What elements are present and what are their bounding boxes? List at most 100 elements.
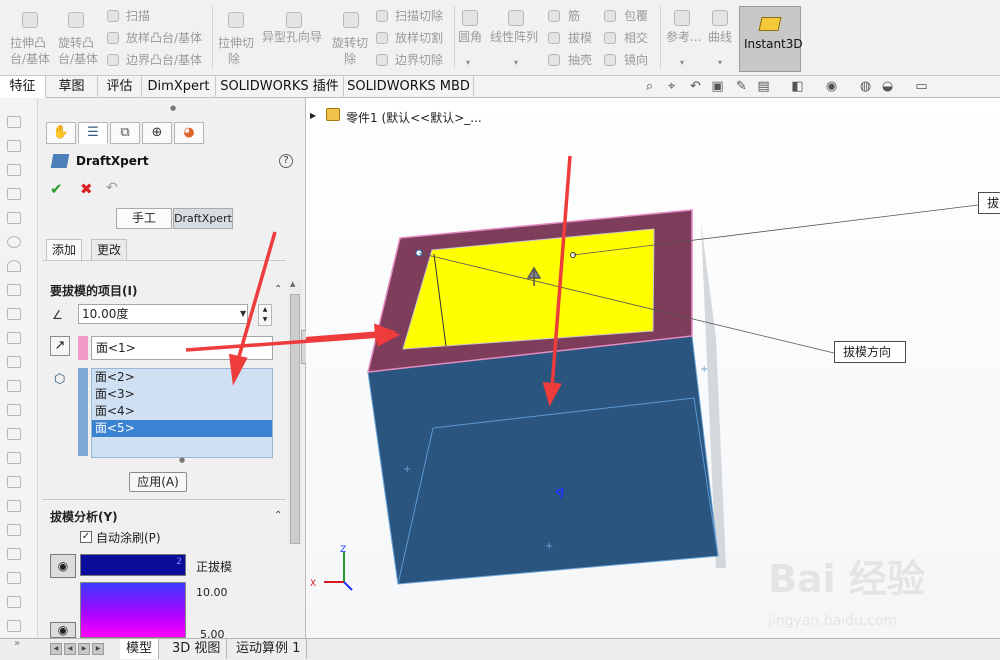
collapse-chevron-icon[interactable]: ⌃ bbox=[274, 284, 282, 295]
loft-boss-button[interactable]: 放样凸台/基体 bbox=[126, 29, 202, 47]
section-items-title[interactable]: 要拔模的项目(I) bbox=[50, 282, 137, 299]
first-tab-icon[interactable]: ◀ bbox=[50, 643, 62, 655]
draftxpert-mode-button[interactable]: DraftXpert bbox=[173, 208, 233, 229]
tab-dimxpert-manager[interactable]: ⊕ bbox=[142, 122, 172, 144]
arc-icon[interactable] bbox=[7, 260, 21, 272]
tab-addins[interactable]: SOLIDWORKS 插件 bbox=[216, 76, 344, 98]
mirror-button[interactable]: 镜向 bbox=[624, 51, 648, 69]
reference-geometry-button[interactable]: 参考... bbox=[666, 28, 701, 46]
boundary-boss-button[interactable]: 边界凸台/基体 bbox=[126, 51, 202, 69]
zoom-area-icon[interactable]: ⌖ bbox=[664, 80, 679, 94]
fillet-sketch-icon[interactable] bbox=[7, 356, 21, 368]
positive-draft-color-bar[interactable]: 2 bbox=[80, 554, 186, 576]
angle-dropdown-icon[interactable]: ▼ bbox=[240, 304, 252, 324]
tab-3d-view[interactable]: 3D 视图 bbox=[166, 639, 228, 659]
apply-button[interactable]: 应用(A) bbox=[129, 472, 187, 492]
ok-button[interactable]: ✔ bbox=[50, 180, 63, 198]
expand-toolbar-chevron-icon[interactable]: » bbox=[14, 638, 20, 649]
list-item[interactable]: 面<3> bbox=[92, 386, 272, 403]
wrap-button[interactable]: 包覆 bbox=[624, 7, 648, 25]
ellipse-icon[interactable] bbox=[7, 332, 21, 344]
linear-pattern-dropdown[interactable]: ▾ bbox=[514, 58, 518, 67]
tab-model[interactable]: 模型 bbox=[120, 639, 160, 659]
display-style-icon[interactable]: ◧ bbox=[790, 80, 805, 94]
extrude-boss-label-2[interactable]: 台/基体 bbox=[10, 50, 50, 68]
graphics-area[interactable]: ▶ 零件1 (默认<<默认>_... Bai 经验 jingyan.baidu.… bbox=[306, 98, 1000, 638]
smart-dimension-icon[interactable] bbox=[7, 116, 21, 128]
apply-scene-icon[interactable]: ◒ bbox=[880, 80, 895, 94]
tab-add[interactable]: 添加 bbox=[46, 239, 83, 260]
faces-to-draft-list[interactable]: 面<2> 面<3> 面<4> 面<5> bbox=[91, 368, 273, 458]
tab-property-manager[interactable]: ☰ bbox=[78, 122, 108, 144]
fillet-button[interactable]: 圆角 bbox=[458, 28, 482, 46]
sweep-cut-button[interactable]: 扫描切除 bbox=[395, 7, 443, 25]
tab-feature-manager[interactable]: ✋ bbox=[46, 122, 76, 144]
tab-mbd[interactable]: SOLIDWORKS MBD bbox=[344, 76, 474, 98]
polygon-icon[interactable] bbox=[7, 284, 21, 296]
scrollbar-thumb[interactable] bbox=[290, 294, 300, 544]
neutral-plane-field[interactable]: 面<1> bbox=[91, 336, 273, 360]
autopaint-checkbox[interactable]: ✓ bbox=[80, 531, 92, 543]
face-front[interactable] bbox=[367, 335, 719, 585]
manual-mode-button[interactable]: 手工 bbox=[116, 208, 172, 229]
loft-cut-button[interactable]: 放样切割 bbox=[395, 29, 443, 47]
zoom-fit-icon[interactable]: ⌕ bbox=[642, 80, 657, 94]
line-icon[interactable] bbox=[7, 140, 21, 152]
draft-direction-callout[interactable]: 拔模方向 bbox=[834, 341, 906, 363]
intersect-button[interactable]: 相交 bbox=[624, 29, 648, 47]
linear-pattern-button[interactable]: 线性阵列 bbox=[490, 28, 538, 46]
tab-configuration-manager[interactable]: ⧉ bbox=[110, 122, 140, 144]
spline-icon[interactable] bbox=[7, 308, 21, 320]
list-resize-grip[interactable]: ● bbox=[179, 456, 185, 464]
tab-features[interactable]: 特征 bbox=[0, 76, 46, 98]
edit-appearance-icon[interactable]: ◍ bbox=[858, 80, 873, 94]
previous-view-icon[interactable]: ↶ bbox=[688, 80, 703, 94]
linear-sketch-pattern-icon[interactable] bbox=[7, 572, 21, 584]
angle-spinner[interactable]: ▲ ▼ bbox=[258, 304, 272, 326]
draft-gradient-bar[interactable] bbox=[80, 582, 186, 638]
draft-angle-input[interactable]: 10.00度 bbox=[78, 304, 248, 324]
instant3d-button[interactable]: Instant3D bbox=[739, 6, 803, 72]
fillet-dropdown[interactable]: ▾ bbox=[466, 58, 470, 67]
offset-icon[interactable] bbox=[7, 380, 21, 392]
curves-dropdown[interactable]: ▾ bbox=[718, 58, 722, 67]
tab-motion-study[interactable]: 运动算例 1 bbox=[230, 639, 308, 659]
eye-icon[interactable]: ◉ bbox=[50, 554, 76, 578]
rib-button[interactable]: 筋 bbox=[568, 7, 580, 25]
move-entities-icon[interactable] bbox=[7, 596, 21, 608]
centerline-icon[interactable] bbox=[7, 404, 21, 416]
sweep-button[interactable]: 扫描 bbox=[126, 7, 150, 25]
cancel-button[interactable]: ✖ bbox=[80, 180, 93, 198]
help-icon[interactable]: ? bbox=[279, 154, 293, 168]
shell-button[interactable]: 抽壳 bbox=[568, 51, 592, 69]
tab-display-manager[interactable]: ◕ bbox=[174, 122, 204, 144]
circle-icon[interactable] bbox=[7, 236, 21, 248]
point-icon[interactable] bbox=[7, 428, 21, 440]
line-2-icon[interactable] bbox=[7, 164, 21, 176]
neutral-plane-icon[interactable]: ↗ bbox=[50, 336, 70, 356]
convert-entities-icon[interactable] bbox=[7, 524, 21, 536]
tab-change[interactable]: 更改 bbox=[91, 239, 128, 260]
hide-show-items-icon[interactable]: ◉ bbox=[824, 80, 839, 94]
extrude-cut-label-2[interactable]: 除 bbox=[228, 50, 240, 68]
collapse-chevron-icon[interactable]: ⌃ bbox=[274, 510, 282, 521]
scroll-up-icon[interactable]: ▲ bbox=[290, 280, 295, 288]
section-view-icon[interactable]: ▣ bbox=[710, 80, 725, 94]
slot-icon[interactable] bbox=[7, 212, 21, 224]
eye-icon[interactable]: ◉ bbox=[50, 622, 76, 638]
rectangle-icon[interactable] bbox=[7, 188, 21, 200]
mirror-entities-icon[interactable] bbox=[7, 548, 21, 560]
draft-callout[interactable]: 拔 bbox=[978, 192, 1000, 214]
last-tab-icon[interactable]: ▶ bbox=[92, 643, 104, 655]
undo-icon[interactable]: ↶ bbox=[106, 180, 118, 196]
section-analysis-title[interactable]: 拔模分析(Y) bbox=[50, 508, 118, 525]
tab-sketch[interactable]: 草图 bbox=[46, 76, 98, 98]
view-settings-icon[interactable]: ▭ bbox=[914, 80, 929, 94]
revolve-cut-label-2[interactable]: 除 bbox=[344, 50, 356, 68]
dynamic-annotation-icon[interactable]: ✎ bbox=[734, 80, 749, 94]
tab-evaluate[interactable]: 评估 bbox=[98, 76, 142, 98]
view-orientation-icon[interactable]: ▤ bbox=[756, 80, 771, 94]
list-item[interactable]: 面<2> bbox=[92, 369, 272, 386]
trim-icon[interactable] bbox=[7, 500, 21, 512]
plane-icon[interactable] bbox=[7, 452, 21, 464]
